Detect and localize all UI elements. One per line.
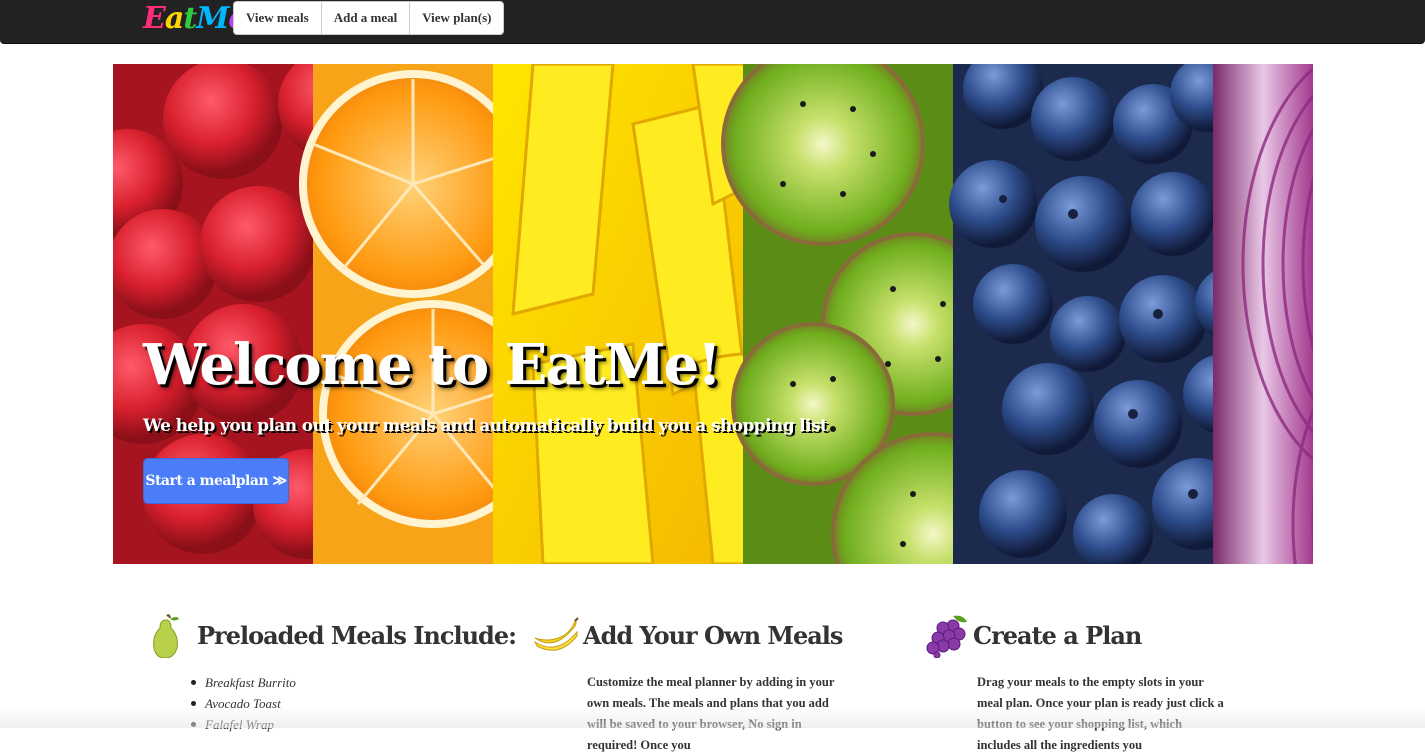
feature-add-meals: Add Your Own Meals Customize the meal pl… bbox=[533, 612, 863, 756]
list-item: Avocado Toast bbox=[191, 693, 477, 714]
add-meal-button[interactable]: Add a meal bbox=[322, 2, 411, 34]
preloaded-meals-list: Breakfast Burrito Avocado Toast Falafel … bbox=[191, 672, 477, 735]
list-item: Breakfast Burrito bbox=[191, 672, 477, 693]
feature-title: Preloaded Meals Include: bbox=[197, 620, 517, 650]
grapes-icon bbox=[926, 615, 967, 658]
banana-icon bbox=[533, 617, 579, 651]
hero-subtitle: We help you plan out your meals and auto… bbox=[143, 416, 828, 436]
pear-icon bbox=[153, 614, 179, 658]
feature-description: Drag your meals to the empty slots in yo… bbox=[977, 675, 1224, 752]
hero-title: Welcome to EatMe! bbox=[143, 332, 722, 398]
view-meals-button[interactable]: View meals bbox=[234, 2, 322, 34]
hero-fruit-image bbox=[113, 64, 1313, 564]
feature-description: Customize the meal planner by adding in … bbox=[587, 675, 835, 752]
view-plans-button[interactable]: View plan(s) bbox=[410, 2, 503, 34]
hero-banner: Welcome to EatMe! We help you plan out y… bbox=[113, 64, 1313, 564]
feature-title: Create a Plan bbox=[973, 620, 1142, 650]
feature-preloaded-meals: Preloaded Meals Include: Breakfast Burri… bbox=[147, 612, 517, 735]
list-item: Falafel Wrap bbox=[191, 714, 477, 735]
brand-letter: a bbox=[164, 1, 184, 36]
nav-button-group: View meals Add a meal View plan(s) bbox=[233, 1, 505, 35]
brand-letter: E bbox=[143, 1, 166, 36]
navbar: EatMe View meals Add a meal View plan(s) bbox=[0, 0, 1425, 44]
brand-letter: t bbox=[183, 1, 197, 36]
brand-letter: M bbox=[196, 1, 229, 36]
feature-create-plan: Create a Plan Drag your meals to the emp… bbox=[923, 612, 1253, 756]
start-mealplan-button[interactable]: Start a mealplan ≫ bbox=[143, 458, 289, 504]
feature-title: Add Your Own Meals bbox=[583, 620, 843, 650]
brand-logo[interactable]: EatMe bbox=[143, 1, 248, 36]
